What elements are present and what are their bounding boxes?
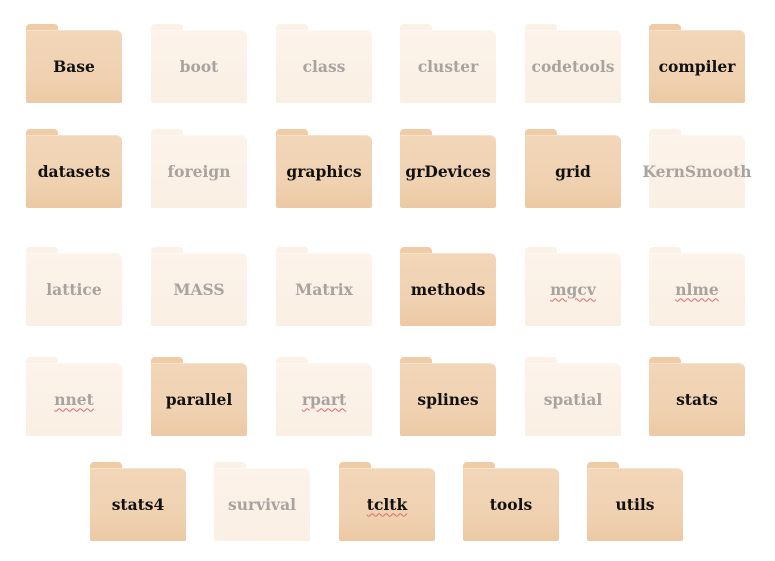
folder-label: spatial — [543, 389, 603, 409]
folder-grdevices[interactable]: grDevices — [400, 129, 496, 208]
folder-graphics[interactable]: graphics — [276, 129, 372, 208]
folder-grid[interactable]: grid — [525, 129, 621, 208]
folder-label: MASS — [173, 279, 225, 299]
folder-lattice[interactable]: lattice — [26, 247, 122, 326]
folder-cluster[interactable]: cluster — [400, 24, 496, 103]
folder-mass[interactable]: MASS — [151, 247, 247, 326]
folder-label: grid — [555, 161, 591, 181]
folder-nlme[interactable]: nlme — [649, 247, 745, 326]
folder-label: datasets — [37, 161, 111, 181]
folder-mgcv[interactable]: mgcv — [525, 247, 621, 326]
folder-label: mgcv — [550, 279, 596, 299]
folder-label: tools — [489, 494, 533, 514]
folder-label: graphics — [286, 161, 362, 181]
folder-compiler[interactable]: compiler — [649, 24, 745, 103]
folder-label: boot — [179, 56, 219, 76]
folder-label: grDevices — [405, 161, 491, 181]
folder-utils[interactable]: utils — [587, 462, 683, 541]
folder-label: codetools — [531, 56, 615, 76]
folder-splines[interactable]: splines — [400, 357, 496, 436]
folder-spatial[interactable]: spatial — [525, 357, 621, 436]
folder-parallel[interactable]: parallel — [151, 357, 247, 436]
folder-label: KernSmooth — [642, 161, 752, 181]
folder-kernsmooth[interactable]: KernSmooth — [642, 129, 752, 208]
folder-label: nnet — [54, 389, 94, 409]
package-folder-grid: Base boot class cluster codetools compiler dat… — [0, 0, 775, 561]
folder-label: cluster — [417, 56, 479, 76]
folder-label: Matrix — [295, 279, 353, 299]
folder-base[interactable]: Base — [26, 24, 122, 103]
folder-boot[interactable]: boot — [151, 24, 247, 103]
folder-label: stats4 — [111, 494, 165, 514]
folder-label: nlme — [675, 279, 719, 299]
folder-tools[interactable]: tools — [463, 462, 559, 541]
folder-label: lattice — [46, 279, 102, 299]
folder-rpart[interactable]: rpart — [276, 357, 372, 436]
folder-methods[interactable]: methods — [400, 247, 496, 326]
folder-label: class — [302, 56, 346, 76]
folder-label: splines — [417, 389, 479, 409]
folder-matrix[interactable]: Matrix — [276, 247, 372, 326]
folder-label: survival — [228, 494, 296, 514]
folder-label: parallel — [165, 389, 233, 409]
folder-label: methods — [410, 279, 486, 299]
folder-tcltk[interactable]: tcltk — [339, 462, 435, 541]
folder-label: rpart — [301, 389, 347, 409]
folder-label: compiler — [658, 56, 736, 76]
folder-stats[interactable]: stats — [649, 357, 745, 436]
folder-class[interactable]: class — [276, 24, 372, 103]
folder-survival[interactable]: survival — [214, 462, 310, 541]
folder-label: foreign — [167, 161, 231, 181]
folder-label: stats — [676, 389, 718, 409]
folder-label: Base — [53, 56, 95, 76]
folder-nnet[interactable]: nnet — [26, 357, 122, 436]
folder-label: tcltk — [366, 494, 408, 514]
folder-codetools[interactable]: codetools — [525, 24, 621, 103]
folder-label: utils — [615, 494, 655, 514]
folder-stats4[interactable]: stats4 — [90, 462, 186, 541]
folder-foreign[interactable]: foreign — [151, 129, 247, 208]
folder-datasets[interactable]: datasets — [26, 129, 122, 208]
